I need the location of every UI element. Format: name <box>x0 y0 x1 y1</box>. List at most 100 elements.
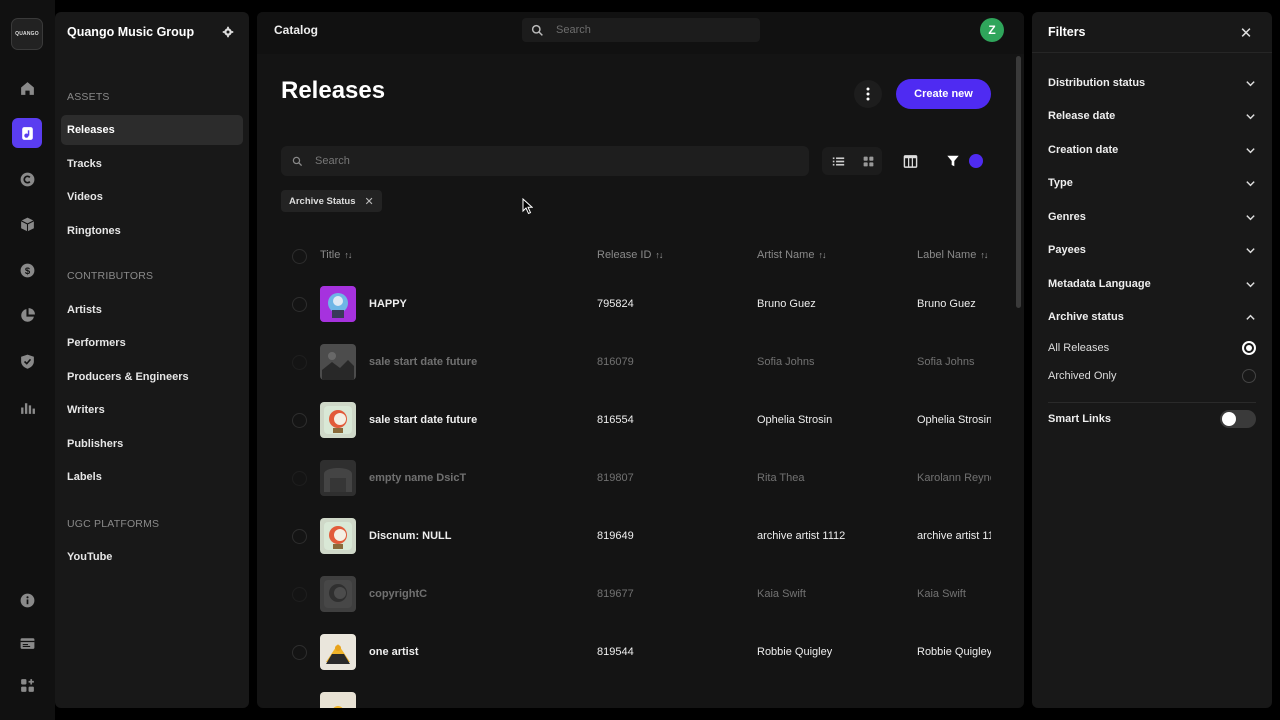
row-checkbox[interactable] <box>292 355 307 370</box>
apps-icon[interactable] <box>12 670 42 700</box>
nav-item-ringtones[interactable]: Ringtones <box>61 216 243 246</box>
filter-payees[interactable]: Payees <box>1048 240 1256 260</box>
table-row-partial[interactable] <box>257 682 997 708</box>
row-checkbox[interactable] <box>292 645 307 660</box>
columns-button[interactable] <box>896 147 924 175</box>
more-options-button[interactable] <box>854 80 882 108</box>
artist-name: archive artist 1112 <box>757 530 846 542</box>
list-view-button[interactable] <box>824 147 852 175</box>
artist-name: Robbie Quigley <box>757 646 833 658</box>
row-checkbox[interactable] <box>292 413 307 428</box>
pie-chart-icon[interactable] <box>12 300 42 330</box>
filters-panel: Filters ✕ Distribution status Release da… <box>1032 12 1272 708</box>
gear-icon[interactable] <box>222 26 234 38</box>
breadcrumb[interactable]: Catalog <box>274 23 318 37</box>
nav-item-tracks[interactable]: Tracks <box>61 149 243 179</box>
release-id: 819649 <box>597 530 634 542</box>
release-title: empty name DsicT <box>369 472 467 484</box>
global-search-input[interactable]: Search <box>522 18 760 42</box>
divider <box>1032 52 1272 53</box>
bar-chart-icon[interactable] <box>12 392 42 422</box>
releases-search-placeholder: Search <box>315 155 350 167</box>
select-all-checkbox[interactable] <box>292 249 307 264</box>
nav-item-producers-engineers[interactable]: Producers & Engineers <box>61 362 243 392</box>
grid-view-button[interactable] <box>854 147 882 175</box>
kebab-icon <box>866 87 870 101</box>
filter-label: Release date <box>1048 110 1116 122</box>
nav-item-labels[interactable]: Labels <box>61 462 243 492</box>
filter-label: Creation date <box>1048 144 1119 156</box>
row-checkbox[interactable] <box>292 587 307 602</box>
filter-creation-date[interactable]: Creation date <box>1048 140 1256 160</box>
row-checkbox[interactable] <box>292 471 307 486</box>
filter-distribution-status[interactable]: Distribution status <box>1048 73 1256 93</box>
filter-label: Metadata Language <box>1048 278 1151 290</box>
archive-option-archived-only[interactable]: Archived Only <box>1048 367 1256 385</box>
sort-icon: ↑↓ <box>980 250 988 260</box>
nav-item-writers[interactable]: Writers <box>61 395 243 425</box>
row-checkbox[interactable] <box>292 297 307 312</box>
create-new-button[interactable]: Create new <box>896 79 991 109</box>
catalog-icon[interactable] <box>12 118 42 148</box>
table-row[interactable]: sale start date future 816554 Ophelia St… <box>257 392 997 450</box>
column-label-label: Label Name <box>917 249 977 261</box>
column-header-artist-name[interactable]: Artist Name ↑↓ <box>757 249 826 261</box>
info-icon[interactable] <box>12 585 42 615</box>
filter-archive-status[interactable]: Archive status <box>1048 307 1256 327</box>
filter-type[interactable]: Type <box>1048 173 1256 193</box>
shield-icon[interactable] <box>12 346 42 376</box>
archive-option-all-releases[interactable]: All Releases <box>1048 339 1256 357</box>
nav-item-youtube[interactable]: YouTube <box>61 542 243 572</box>
filter-metadata-language[interactable]: Metadata Language <box>1048 274 1256 294</box>
billing-icon[interactable] <box>12 628 42 658</box>
release-title: one artist <box>369 646 419 658</box>
copyright-icon[interactable] <box>12 164 42 194</box>
scrollbar[interactable] <box>1016 56 1021 308</box>
svg-text:$: $ <box>24 266 30 277</box>
column-header-label-name[interactable]: Label Name ↑↓ <box>917 249 988 261</box>
column-header-title[interactable]: Title ↑↓ <box>320 249 352 261</box>
top-bar: Catalog Search Z <box>257 12 1024 54</box>
nav-item-artists[interactable]: Artists <box>61 295 243 325</box>
release-cover-image <box>320 692 356 708</box>
nav-item-videos[interactable]: Videos <box>61 182 243 212</box>
radio-unselected[interactable] <box>1242 369 1256 383</box>
chevron-down-icon <box>1246 113 1255 119</box>
nav-item-publishers[interactable]: Publishers <box>61 429 243 459</box>
cube-icon[interactable] <box>12 209 42 239</box>
dollar-icon[interactable]: $ <box>12 255 42 285</box>
radio-selected[interactable] <box>1242 341 1256 355</box>
nav-item-performers[interactable]: Performers <box>61 328 243 358</box>
search-icon <box>292 156 303 166</box>
table-row[interactable]: empty name DsicT 819807 Rita Thea Karola… <box>257 450 997 508</box>
archive-status-chip[interactable]: Archive Status ✕ <box>281 190 382 212</box>
label-name: Bruno Guez <box>917 298 976 310</box>
org-name[interactable]: Quango Music Group <box>67 25 194 39</box>
chip-remove-icon[interactable]: ✕ <box>365 195 374 208</box>
sort-icon: ↑↓ <box>818 250 826 260</box>
table-row[interactable]: one artist 819544 Robbie Quigley Robbie … <box>257 624 997 682</box>
avatar[interactable]: Z <box>980 18 1004 42</box>
releases-search-input[interactable]: Search <box>281 146 809 176</box>
filter-release-date[interactable]: Release date <box>1048 106 1256 126</box>
filter-genres[interactable]: Genres <box>1048 207 1256 227</box>
global-search-placeholder: Search <box>556 24 591 36</box>
filter-label: Type <box>1048 177 1073 189</box>
column-header-release-id[interactable]: Release ID ↑↓ <box>597 249 663 261</box>
filter-button[interactable] <box>939 147 967 175</box>
table-row[interactable]: sale start date future 816079 Sofia John… <box>257 334 997 392</box>
table-row[interactable]: Discnum: NULL 819649 archive artist 1112… <box>257 508 997 566</box>
release-cover-image <box>320 518 356 554</box>
logo-text: QUANGO <box>15 31 39 37</box>
row-checkbox[interactable] <box>292 529 307 544</box>
nav-item-releases[interactable]: Releases <box>61 115 243 145</box>
app-logo[interactable]: QUANGO <box>11 18 43 50</box>
search-icon <box>531 24 543 36</box>
smart-links-toggle[interactable] <box>1220 410 1256 428</box>
close-icon[interactable]: ✕ <box>1238 25 1254 42</box>
label-name: Ophelia Strosin <box>917 414 991 426</box>
table-row[interactable]: copyrightC 819677 Kaia Swift Kaia Swift <box>257 566 997 624</box>
home-icon[interactable] <box>12 73 42 103</box>
table-row[interactable]: HAPPY 795824 Bruno Guez Bruno Guez <box>257 276 997 334</box>
contributors-heading: CONTRIBUTORS <box>67 270 154 282</box>
